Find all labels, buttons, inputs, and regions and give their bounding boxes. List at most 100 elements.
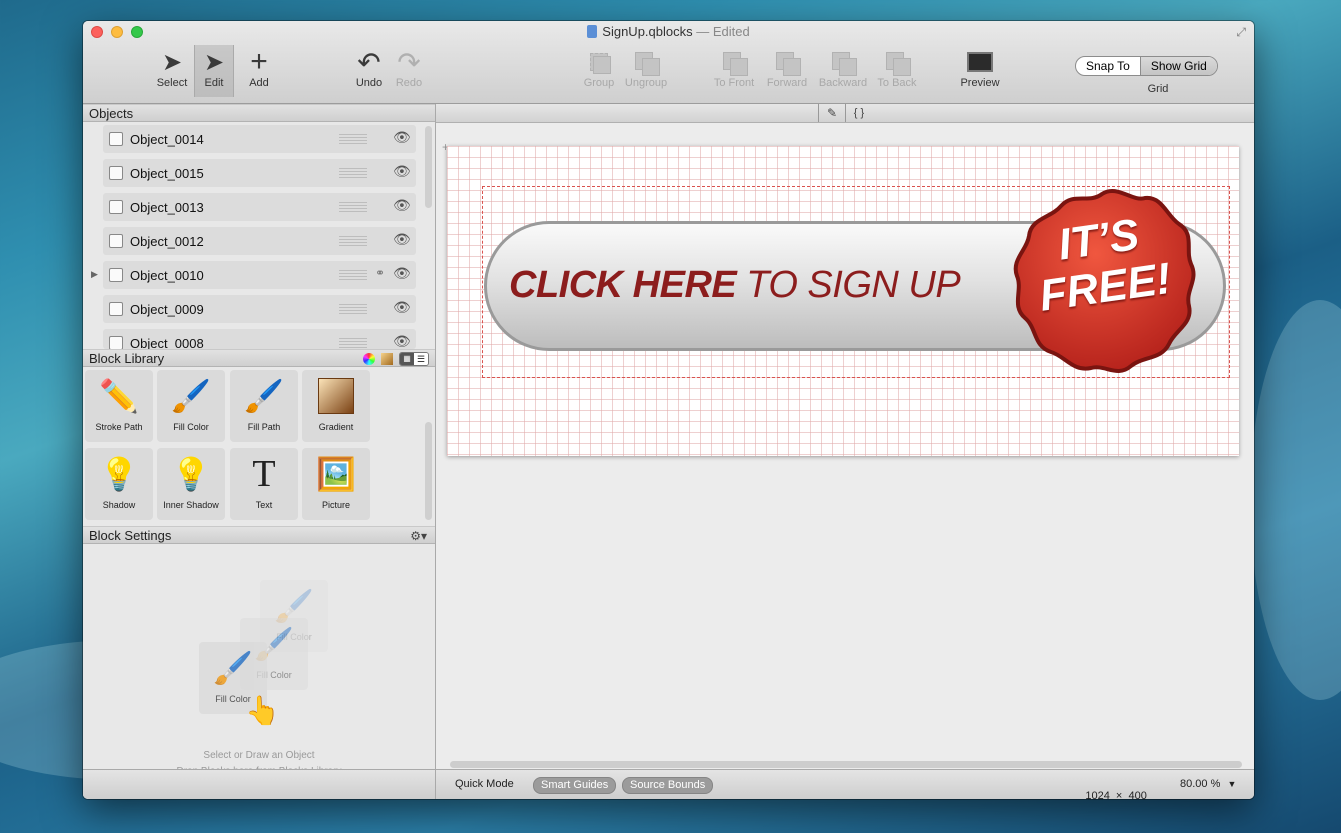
view-mode-toggle: ▦ ☰ — [399, 352, 429, 366]
eye-icon[interactable]: 👁 — [393, 129, 411, 146]
fullscreen-icon[interactable]: ⤢ — [1236, 25, 1246, 40]
smart-guides-toggle[interactable]: Smart Guides — [533, 777, 617, 794]
object-row[interactable]: Object_0014 👁 — [103, 125, 416, 153]
edited-indicator: — Edited — [696, 24, 750, 39]
drag-handle[interactable] — [339, 338, 367, 348]
to-back-button[interactable]: To Back — [873, 47, 921, 89]
object-checkbox[interactable] — [109, 166, 123, 180]
canvas-top-bar: ✎ { } — [436, 104, 1254, 123]
lightbulb-icon: 💡 — [99, 456, 139, 492]
object-checkbox[interactable] — [109, 200, 123, 214]
canvas-horizontal-scrollbar[interactable] — [450, 761, 1242, 768]
brush-color-icon: 🖌️ — [171, 378, 211, 414]
disclosure-triangle-icon[interactable]: ▶ — [91, 269, 98, 280]
object-checkbox[interactable] — [109, 132, 123, 146]
fill-path-tile[interactable]: 🖌️ Fill Path — [230, 370, 298, 442]
object-name: Object_0014 — [130, 132, 204, 147]
block-settings-header: Block Settings ⚙▾ — [83, 526, 435, 544]
add-button[interactable]: + Add — [241, 45, 277, 89]
sidebar: Objects Object_0014 👁 Object_0015 👁 Obje… — [83, 104, 436, 799]
object-name: Object_0013 — [130, 200, 204, 215]
app-window: SignUp.qblocks — Edited ⤢ ➤ Select ➤ Edi… — [83, 21, 1254, 799]
lightbulb-inner-icon: 💡 — [171, 456, 211, 492]
objects-scrollbar[interactable] — [425, 126, 432, 208]
text-t-icon: T — [252, 453, 276, 495]
cta-text[interactable]: CLICK HERE TO SIGN UP — [509, 264, 961, 307]
drag-handle[interactable] — [339, 202, 367, 212]
stroke-path-tile[interactable]: ✏️ Stroke Path — [85, 370, 153, 442]
to-back-icon — [884, 50, 911, 76]
eye-icon[interactable]: 👁 — [393, 265, 411, 282]
undo-icon: ↶ — [357, 46, 381, 78]
ungroup-icon — [633, 50, 660, 76]
snap-to-toggle[interactable]: Snap To — [1076, 57, 1140, 75]
plus-icon: + — [250, 45, 268, 78]
shadow-tile[interactable]: 💡 Shadow — [85, 448, 153, 520]
edit-tool-button[interactable]: ➤ Edit — [194, 45, 234, 97]
arrow-cursor-icon: ➤ — [161, 48, 183, 76]
code-braces-icon[interactable]: { } — [846, 104, 872, 122]
text-tile[interactable]: T Text — [230, 448, 298, 520]
status-bar: Quick Mode Smart Guides Source Bounds 10… — [83, 769, 1254, 799]
eye-icon[interactable]: 👁 — [393, 163, 411, 180]
redo-button[interactable]: ↷ Redo — [391, 46, 427, 90]
object-row[interactable]: Object_0010 ⚭ 👁 — [103, 261, 416, 289]
preview-button[interactable]: Preview — [957, 47, 1003, 89]
eye-icon[interactable]: 👁 — [393, 197, 411, 214]
ungroup-button[interactable]: Ungroup — [621, 47, 671, 89]
pencil-icon: ✏️ — [99, 378, 139, 414]
grid-label: Grid — [1147, 83, 1169, 95]
list-view-icon[interactable]: ☰ — [414, 353, 428, 365]
gradient-tile[interactable]: Gradient — [302, 370, 370, 442]
object-row[interactable]: Object_0012 👁 — [103, 227, 416, 255]
object-row[interactable]: Object_0009 👁 — [103, 295, 416, 323]
object-row[interactable]: Object_0013 👁 — [103, 193, 416, 221]
undo-button[interactable]: ↶ Undo — [351, 46, 387, 90]
drag-handle[interactable] — [339, 270, 367, 280]
eye-icon[interactable]: 👁 — [393, 299, 411, 316]
drag-handle[interactable] — [339, 304, 367, 314]
library-scrollbar[interactable] — [425, 422, 432, 520]
grid-view-icon[interactable]: ▦ — [400, 353, 414, 365]
grid-segmented-control: Snap To Show Grid — [1075, 56, 1218, 76]
document-canvas[interactable]: CLICK HERE TO SIGN UP IT’S FREE! — [447, 146, 1239, 456]
backward-button[interactable]: Backward — [816, 47, 870, 89]
to-front-icon — [721, 50, 748, 76]
object-name: Object_0012 — [130, 234, 204, 249]
group-button[interactable]: Group — [577, 47, 621, 89]
eye-icon[interactable]: 👁 — [393, 333, 411, 349]
source-bounds-toggle[interactable]: Source Bounds — [622, 777, 714, 794]
object-row[interactable]: Object_0015 👁 — [103, 159, 416, 187]
group-icon — [586, 50, 612, 74]
select-tool-button[interactable]: ➤ Select — [153, 47, 191, 90]
to-front-button[interactable]: To Front — [709, 47, 759, 89]
object-checkbox[interactable] — [109, 234, 123, 248]
link-icon: ⚭ — [375, 266, 386, 280]
forward-button[interactable]: Forward — [763, 47, 811, 89]
canvas-size-dropdown[interactable]: 1024 × 400 ▼ — [1067, 778, 1146, 799]
sidebar-footer — [83, 770, 436, 799]
object-name: Object_0008 — [130, 336, 204, 349]
wallpaper-wave — [1250, 300, 1341, 700]
object-row[interactable]: Object_0008 👁 — [103, 329, 416, 349]
eye-icon[interactable]: 👁 — [393, 231, 411, 248]
color-wheel-icon[interactable] — [363, 353, 375, 365]
picture-tile[interactable]: 🖼️ Picture — [302, 448, 370, 520]
block-library-header: Block Library ▦ ☰ — [83, 349, 435, 367]
object-checkbox[interactable] — [109, 336, 123, 349]
pencil-icon[interactable]: ✎ — [818, 104, 846, 122]
inner-shadow-tile[interactable]: 💡 Inner Shadow — [157, 448, 225, 520]
drag-handle[interactable] — [339, 236, 367, 246]
object-checkbox[interactable] — [109, 302, 123, 316]
zoom-dropdown[interactable]: 80.00 % ▼ — [1180, 778, 1236, 790]
show-grid-toggle[interactable]: Show Grid — [1139, 57, 1217, 75]
drag-handle[interactable] — [339, 134, 367, 144]
fill-color-tile[interactable]: 🖌️ Fill Color — [157, 370, 225, 442]
gear-icon[interactable]: ⚙▾ — [410, 527, 427, 545]
object-checkbox[interactable] — [109, 268, 123, 282]
drag-handle[interactable] — [339, 168, 367, 178]
gradient-swatch-icon[interactable] — [381, 353, 393, 365]
forward-icon — [774, 50, 801, 76]
object-name: Object_0009 — [130, 302, 204, 317]
redo-icon: ↷ — [397, 46, 421, 78]
